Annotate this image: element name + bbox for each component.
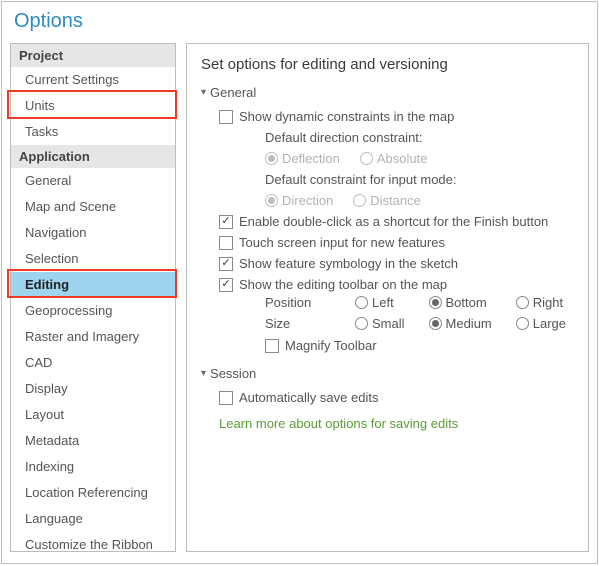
sidebar-group-application: Application bbox=[11, 145, 175, 168]
sidebar-group-project: Project bbox=[11, 44, 175, 67]
section-general-label: General bbox=[210, 85, 256, 100]
radio-icon bbox=[429, 317, 442, 330]
sidebar-item-cad[interactable]: CAD bbox=[11, 350, 175, 376]
radio-icon bbox=[516, 317, 529, 330]
sidebar-item-geoprocessing[interactable]: Geoprocessing bbox=[11, 298, 175, 324]
sidebar-item-navigation[interactable]: Navigation bbox=[11, 220, 175, 246]
radio-deflection: Deflection bbox=[265, 151, 340, 166]
sidebar-item-general[interactable]: General bbox=[11, 168, 175, 194]
sidebar-item-language[interactable]: Language bbox=[11, 506, 175, 532]
radio-position-right[interactable]: Right bbox=[516, 295, 566, 310]
section-session-label: Session bbox=[210, 366, 256, 381]
sidebar-item-indexing[interactable]: Indexing bbox=[11, 454, 175, 480]
sidebar-item-units[interactable]: Units bbox=[11, 93, 175, 119]
radio-icon bbox=[265, 152, 278, 165]
checkbox-show-dynamic-constraints[interactable] bbox=[219, 110, 233, 124]
radio-size-small[interactable]: Small bbox=[355, 316, 405, 331]
radio-icon bbox=[516, 296, 529, 309]
label-position: Position bbox=[265, 295, 345, 310]
label-default-input-mode: Default constraint for input mode: bbox=[265, 169, 574, 190]
radio-position-bottom[interactable]: Bottom bbox=[429, 295, 492, 310]
sidebar-item-tasks[interactable]: Tasks bbox=[11, 119, 175, 145]
radio-direction: Direction bbox=[265, 193, 333, 208]
label-feature-symbology: Show feature symbology in the sketch bbox=[239, 256, 458, 271]
sidebar-item-raster-and-imagery[interactable]: Raster and Imagery bbox=[11, 324, 175, 350]
radio-size-medium[interactable]: Medium bbox=[429, 316, 492, 331]
sidebar-item-selection[interactable]: Selection bbox=[11, 246, 175, 272]
checkbox-enable-doubleclick[interactable] bbox=[219, 215, 233, 229]
checkbox-auto-save-edits[interactable] bbox=[219, 391, 233, 405]
section-general-body: Show dynamic constraints in the map Defa… bbox=[219, 106, 574, 356]
section-session-header[interactable]: ▾ Session bbox=[201, 366, 574, 381]
checkbox-magnify-toolbar[interactable] bbox=[265, 339, 279, 353]
radio-position-left[interactable]: Left bbox=[355, 295, 405, 310]
radio-distance: Distance bbox=[353, 193, 421, 208]
page-title: Set options for editing and versioning bbox=[201, 56, 574, 73]
chevron-down-icon: ▾ bbox=[201, 368, 206, 379]
label-auto-save-edits: Automatically save edits bbox=[239, 390, 378, 405]
radio-icon bbox=[429, 296, 442, 309]
chevron-down-icon: ▾ bbox=[201, 87, 206, 98]
sidebar-item-current-settings[interactable]: Current Settings bbox=[11, 67, 175, 93]
radio-icon bbox=[265, 194, 278, 207]
sidebar-item-display[interactable]: Display bbox=[11, 376, 175, 402]
label-enable-doubleclick: Enable double-click as a shortcut for th… bbox=[239, 214, 548, 229]
radio-icon bbox=[355, 296, 368, 309]
label-magnify-toolbar: Magnify Toolbar bbox=[285, 338, 377, 353]
sidebar-item-metadata[interactable]: Metadata bbox=[11, 428, 175, 454]
section-general-header[interactable]: ▾ General bbox=[201, 85, 574, 100]
radio-absolute: Absolute bbox=[360, 151, 428, 166]
learn-more-link[interactable]: Learn more about options for saving edit… bbox=[219, 416, 458, 431]
checkbox-touchscreen-input[interactable] bbox=[219, 236, 233, 250]
checkbox-show-toolbar[interactable] bbox=[219, 278, 233, 292]
options-window: Options Project Current Settings Units T… bbox=[1, 1, 598, 564]
sidebar: Project Current Settings Units Tasks App… bbox=[10, 43, 176, 552]
sidebar-item-map-and-scene[interactable]: Map and Scene bbox=[11, 194, 175, 220]
checkbox-feature-symbology[interactable] bbox=[219, 257, 233, 271]
label-default-direction: Default direction constraint: bbox=[265, 127, 574, 148]
radio-icon bbox=[355, 317, 368, 330]
content-panel: Set options for editing and versioning ▾… bbox=[186, 43, 589, 552]
sidebar-item-location-referencing[interactable]: Location Referencing bbox=[11, 480, 175, 506]
label-show-dynamic-constraints: Show dynamic constraints in the map bbox=[239, 109, 454, 124]
radio-size-large[interactable]: Large bbox=[516, 316, 566, 331]
label-touchscreen-input: Touch screen input for new features bbox=[239, 235, 445, 250]
section-session-body: Automatically save edits bbox=[219, 387, 574, 408]
label-size: Size bbox=[265, 316, 345, 331]
radio-icon bbox=[353, 194, 366, 207]
sidebar-item-layout[interactable]: Layout bbox=[11, 402, 175, 428]
sidebar-item-customize-the-ribbon[interactable]: Customize the Ribbon bbox=[11, 532, 175, 558]
sidebar-item-editing[interactable]: Editing bbox=[11, 272, 175, 298]
label-show-toolbar: Show the editing toolbar on the map bbox=[239, 277, 447, 292]
window-body: Project Current Settings Units Tasks App… bbox=[2, 43, 597, 560]
window-title: Options bbox=[2, 2, 597, 43]
radio-icon bbox=[360, 152, 373, 165]
